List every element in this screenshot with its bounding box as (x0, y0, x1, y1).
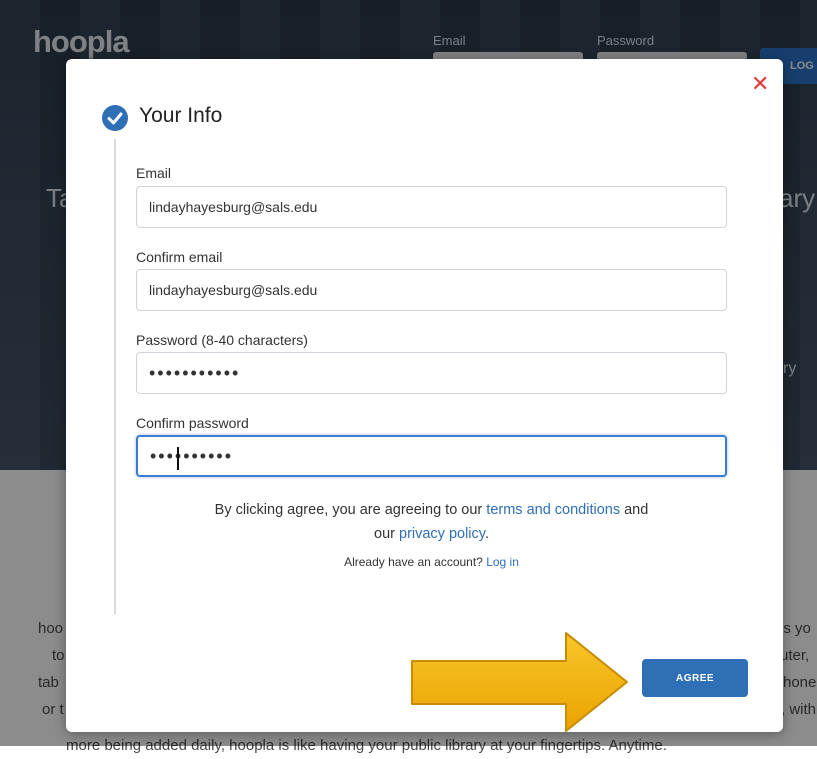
terms-link[interactable]: terms and conditions (486, 502, 620, 518)
consent-text: By clicking agree, you are agreeing to o… (136, 498, 727, 546)
consent-line2-prefix: our (374, 526, 399, 542)
confirm-password-input[interactable] (136, 435, 727, 477)
close-icon[interactable]: ✕ (751, 73, 769, 95)
check-circle-icon (102, 105, 128, 131)
confirm-email-label: Confirm email (136, 249, 223, 265)
arrow-right-icon (411, 632, 628, 732)
login-link[interactable]: Log in (486, 555, 519, 569)
email-label: Email (136, 165, 172, 181)
password-label: Password (8-40 characters) (136, 332, 308, 348)
confirm-password-label: Confirm password (136, 415, 249, 431)
email-input[interactable] (136, 186, 727, 228)
already-prefix: Already have an account? (344, 555, 487, 569)
password-input[interactable] (136, 352, 727, 394)
agree-button[interactable]: AGREE (642, 659, 748, 697)
confirm-email-input[interactable] (136, 269, 727, 311)
already-account-text: Already have an account? Log in (136, 555, 727, 569)
text-caret (177, 447, 179, 470)
consent-suffix: . (484, 526, 489, 542)
consent-prefix: By clicking agree, you are agreeing to o… (214, 502, 487, 518)
privacy-link[interactable]: privacy policy (399, 526, 485, 542)
step-title: Your Info (139, 104, 223, 127)
consent-middle: and (620, 502, 649, 518)
step-progress-line (114, 139, 116, 614)
